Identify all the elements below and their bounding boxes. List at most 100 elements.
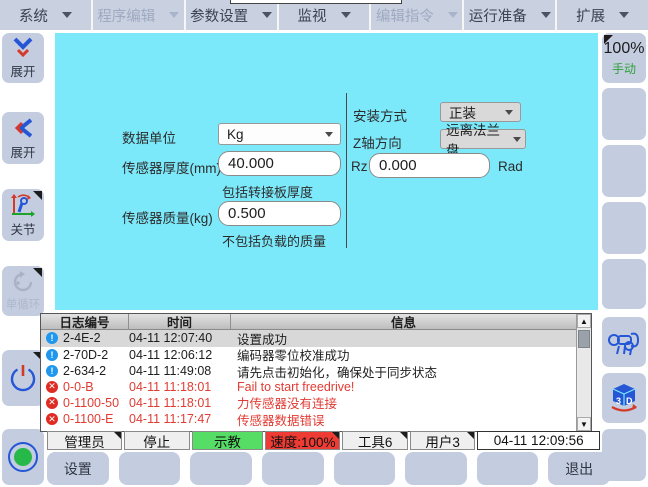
thickness-hint: 包括转接板厚度 xyxy=(222,182,313,201)
z-axis-dropdown[interactable]: 远离法兰盘 xyxy=(440,129,526,149)
scroll-up-arrow-icon[interactable]: ▲ xyxy=(577,314,591,328)
log-header-time: 时间 xyxy=(129,314,231,329)
menu-parameter-settings[interactable]: 参数设置 xyxy=(186,0,277,30)
mass-hint: 不包括负载的质量 xyxy=(222,231,326,250)
menu-label: 扩展 xyxy=(576,5,605,26)
cycle-arrow-icon xyxy=(11,270,35,294)
load-settings-panel: 数据单位 Kg 传感器厚度(mm) 40.000 包括转接板厚度 传感器质量(k… xyxy=(55,33,598,310)
run-state-cell: 停止 xyxy=(124,431,190,450)
log-message: 传感器数据错误 xyxy=(231,410,576,429)
record-run-button[interactable] xyxy=(2,429,44,485)
joint-coordinate-button[interactable]: 关节 xyxy=(2,189,44,241)
menu-label: 参数设置 xyxy=(190,5,248,26)
menu-edit-instruction: 编辑指令 xyxy=(371,0,462,30)
log-time: 04-11 12:06:12 xyxy=(129,348,231,362)
joint-label: 关节 xyxy=(10,219,35,238)
expand-down-button[interactable]: 展开 xyxy=(2,33,44,83)
exit-button[interactable]: 退出 xyxy=(548,452,610,485)
user-frame-cell[interactable]: 用户3 xyxy=(410,431,476,450)
log-time: 04-11 12:07:40 xyxy=(129,331,231,345)
log-row[interactable]: ✕ 0-1100-E 04-11 11:17:47 传感器数据错误 xyxy=(41,411,576,428)
menu-label: 运行准备 xyxy=(469,5,527,26)
power-icon xyxy=(8,363,38,393)
chevron-down-icon xyxy=(341,12,351,18)
chevron-down-icon xyxy=(505,110,513,115)
joint-axes-icon xyxy=(10,193,36,217)
log-time: 04-11 11:49:08 xyxy=(129,364,231,378)
function-key-4[interactable] xyxy=(262,452,324,485)
function-key-7[interactable] xyxy=(477,452,539,485)
log-row[interactable]: ! 2-4E-2 04-11 12:07:40 设置成功 xyxy=(41,330,576,347)
menu-program-edit: 程序编辑 xyxy=(93,0,184,30)
function-key-3[interactable] xyxy=(190,452,252,485)
speed-cell[interactable]: 速度:100% xyxy=(265,431,340,450)
log-time: 04-11 11:18:01 xyxy=(129,396,231,410)
user-role-cell[interactable]: 管理员 xyxy=(47,431,122,450)
sensor-mass-input[interactable]: 0.500 xyxy=(218,201,341,226)
expand-left-label: 展开 xyxy=(10,142,35,161)
tool-cell[interactable]: 工具6 xyxy=(342,431,408,450)
menu-label: 编辑指令 xyxy=(376,5,434,26)
data-unit-value: Kg xyxy=(227,127,244,142)
log-id: 2-634-2 xyxy=(63,364,106,378)
log-scrollbar[interactable]: ▲ ▼ xyxy=(576,314,591,431)
robot-pendant-app: 系统 程序编辑 参数设置 监视 编辑指令 运行准备 扩展 xyxy=(0,0,648,487)
right-panel-button-4[interactable] xyxy=(602,202,646,254)
log-message: 请先点击初始化，确保处于同步状态 xyxy=(231,362,576,381)
function-key-5[interactable] xyxy=(334,452,396,485)
freedrive-button[interactable] xyxy=(602,317,646,367)
log-header-msg: 信息 xyxy=(231,314,576,329)
log-panel: 日志编号 时间 信息 ! 2-4E-2 04-11 12:07:40 设置成功 … xyxy=(40,313,592,432)
function-key-2[interactable] xyxy=(119,452,181,485)
menu-system[interactable]: 系统 xyxy=(0,0,91,30)
scroll-down-arrow-icon[interactable]: ▼ xyxy=(577,417,591,431)
rz-input[interactable]: 0.000 xyxy=(369,153,490,178)
menu-extension[interactable]: 扩展 xyxy=(557,0,648,30)
scrollbar-thumb[interactable] xyxy=(578,330,590,348)
scrollbar-track[interactable] xyxy=(577,328,591,417)
sensor-mass-label: 传感器质量(kg) xyxy=(122,207,213,227)
chevron-down-icon xyxy=(325,132,333,137)
log-row[interactable]: ! 2-70D-2 04-11 12:06:12 编码器零位校准成功 xyxy=(41,347,576,364)
menu-label: 监视 xyxy=(298,5,327,26)
error-icon: ✕ xyxy=(46,381,58,393)
menu-run-prepare[interactable]: 运行准备 xyxy=(464,0,555,30)
form-divider xyxy=(346,93,347,248)
right-panel-button-3[interactable] xyxy=(602,145,646,197)
right-panel-button-5[interactable] xyxy=(602,259,646,309)
rz-label: Rz xyxy=(351,159,368,174)
settings-button[interactable]: 设置 xyxy=(47,452,109,485)
log-row[interactable]: ✕ 0-1100-50 04-11 11:18:01 力传感器没有连接 xyxy=(41,394,576,411)
double-chevron-down-icon xyxy=(11,37,35,59)
status-bar: 管理员 停止 示教 速度:100% 工具6 用户3 04-11 12:09:56 xyxy=(47,431,600,450)
menu-label: 系统 xyxy=(19,5,48,26)
single-cycle-label: 单循环 xyxy=(6,296,41,312)
sensor-thickness-input[interactable]: 40.000 xyxy=(218,151,341,176)
info-icon: ! xyxy=(46,332,58,344)
chevron-down-icon xyxy=(62,12,72,18)
log-id: 0-1100-E xyxy=(63,412,114,426)
expand-down-label: 展开 xyxy=(10,61,35,80)
log-row[interactable]: ! 2-634-2 04-11 11:49:08 请先点击初始化，确保处于同步状… xyxy=(41,363,576,380)
expand-left-button[interactable]: 展开 xyxy=(2,112,44,164)
data-unit-dropdown[interactable]: Kg xyxy=(218,123,341,145)
error-icon: ✕ xyxy=(46,397,58,409)
teach-mode-cell: 示教 xyxy=(192,431,264,450)
data-unit-label: 数据单位 xyxy=(122,127,176,147)
right-panel-button-2[interactable] xyxy=(602,88,646,140)
chevron-down-icon xyxy=(169,12,179,18)
chevron-down-icon xyxy=(262,12,272,18)
function-key-bar: 设置 退出 xyxy=(47,452,610,485)
view-3d-button[interactable]: 3 D xyxy=(602,373,646,423)
chevron-down-icon xyxy=(619,12,629,18)
speed-mode-button[interactable]: 100% 手动 xyxy=(602,33,646,83)
function-key-6[interactable] xyxy=(405,452,467,485)
hand-guide-icon xyxy=(607,328,641,356)
mount-mode-label: 安装方式 xyxy=(353,105,407,125)
z-axis-label: Z轴方向 xyxy=(353,132,402,152)
menu-monitor[interactable]: 监视 xyxy=(279,0,370,30)
3d-cube-icon: 3 D xyxy=(607,381,641,415)
log-message: Fail to start freedrive! xyxy=(231,380,576,394)
power-button[interactable] xyxy=(2,350,44,406)
log-id: 0-1100-50 xyxy=(63,396,119,410)
